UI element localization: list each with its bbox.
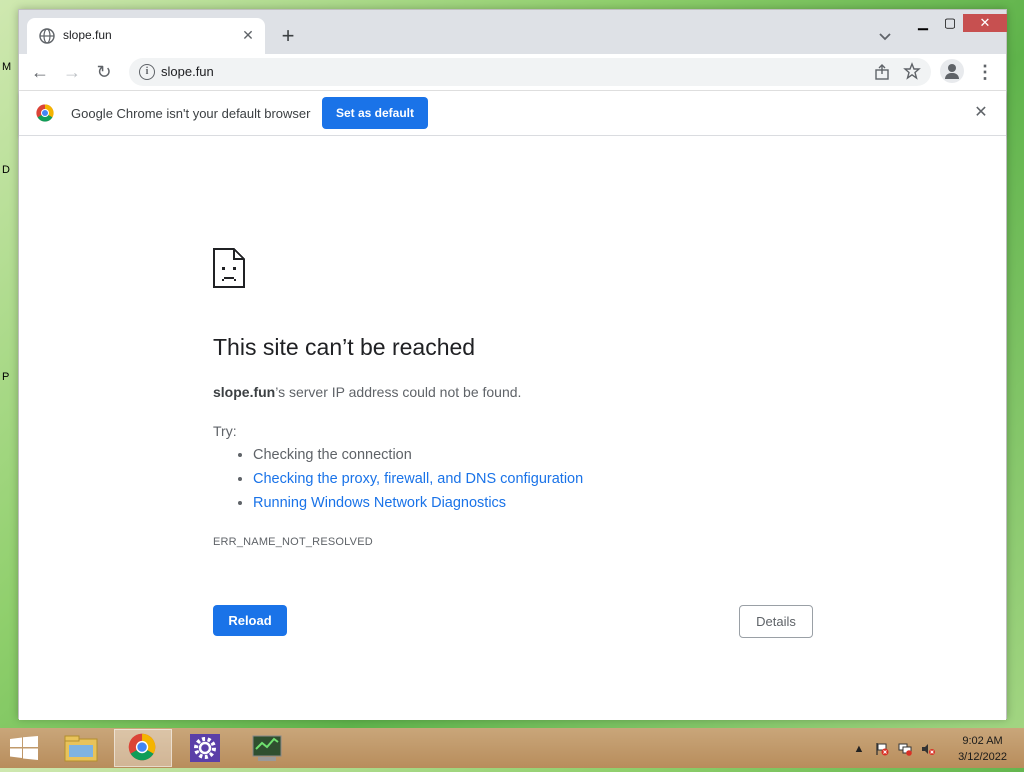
forward-button[interactable]: → [61, 61, 83, 83]
infobar-close-icon[interactable]: ✕ [972, 104, 990, 122]
taskbar: ▲ 9:02 AM 3/12/2022 [0, 728, 1024, 768]
taskbar-settings[interactable] [176, 729, 234, 767]
error-code: ERR_NAME_NOT_RESOLVED [213, 536, 373, 548]
browser-window: slope.fun ✕ + ▁ ▢ ✕ ← → ↻ i slope.fun ⋮ … [18, 9, 1007, 720]
bookmark-star-icon[interactable] [903, 62, 921, 80]
taskbar-network-monitor[interactable] [238, 729, 296, 767]
windows-start-icon[interactable] [10, 736, 38, 760]
monitor-icon [252, 735, 282, 761]
tab-strip: slope.fun ✕ + ▁ ▢ ✕ [19, 10, 1007, 54]
suggestions-list: Checking the connection Checking the pro… [213, 443, 583, 515]
clock-date: 3/12/2022 [958, 751, 1007, 763]
suggestion-check-connection: Checking the connection [253, 447, 412, 463]
tab-slope-fun[interactable]: slope.fun ✕ [27, 18, 265, 54]
tab-search-chevron-icon[interactable] [877, 28, 893, 44]
show-hidden-icons-chevron-icon[interactable]: ▲ [852, 742, 866, 756]
suggestion-proxy-firewall-dns-link[interactable]: Checking the proxy, firewall, and DNS co… [253, 471, 583, 487]
network-status-icon[interactable] [898, 742, 912, 756]
new-tab-button[interactable]: + [277, 25, 299, 48]
set-as-default-button[interactable]: Set as default [322, 97, 428, 129]
suggestion-item: Running Windows Network Diagnostics [253, 491, 583, 515]
default-browser-infobar: Google Chrome isn't your default browser… [19, 91, 1006, 136]
tab-close-icon[interactable]: ✕ [239, 26, 257, 44]
desktop-icon-label: M [2, 61, 12, 73]
globe-icon [39, 28, 55, 44]
error-domain: slope.fun [213, 384, 276, 400]
avatar-body [945, 73, 959, 79]
suggestion-item: Checking the connection [253, 443, 583, 467]
desktop-icon-label: D [2, 164, 10, 176]
infobar-message: Google Chrome isn't your default browser [71, 106, 311, 121]
suggestion-network-diagnostics-link[interactable]: Running Windows Network Diagnostics [253, 495, 506, 511]
action-center-flag-icon[interactable] [875, 742, 889, 756]
browser-toolbar: ← → ↻ i slope.fun ⋮ [19, 54, 1006, 91]
window-close-button[interactable]: ✕ [963, 14, 1007, 32]
tab-title: slope.fun [63, 28, 112, 42]
chrome-logo-icon [36, 104, 54, 122]
taskbar-chrome[interactable] [114, 729, 172, 767]
try-label: Try: [213, 423, 237, 439]
error-page: This site can’t be reached slope.fun’s s… [19, 136, 1006, 720]
address-text[interactable]: slope.fun [161, 64, 214, 79]
details-button[interactable]: Details [739, 605, 813, 638]
site-info-icon[interactable]: i [139, 64, 155, 80]
chrome-menu-button[interactable]: ⋮ [976, 61, 994, 83]
maximize-button[interactable]: ▢ [936, 14, 964, 32]
minimize-button[interactable]: ▁ [909, 14, 937, 32]
avatar-head [948, 64, 956, 72]
taskbar-file-explorer[interactable] [52, 729, 110, 767]
chrome-icon [128, 733, 156, 761]
address-bar[interactable]: i slope.fun [129, 58, 931, 86]
sad-document-icon [213, 248, 245, 288]
clock-time: 9:02 AM [962, 735, 1003, 747]
volume-muted-icon[interactable] [921, 742, 935, 756]
profile-avatar-icon[interactable] [940, 59, 964, 83]
back-button[interactable]: ← [29, 61, 51, 83]
gear-icon [190, 734, 220, 762]
error-description: slope.fun’s server IP address could not … [213, 384, 521, 400]
desktop-icon-label: P [2, 371, 10, 383]
reload-page-button[interactable]: Reload [213, 605, 287, 636]
error-message-text: ’s server IP address could not be found. [275, 384, 522, 400]
system-clock[interactable]: 9:02 AM 3/12/2022 [958, 733, 1007, 765]
suggestion-item: Checking the proxy, firewall, and DNS co… [253, 467, 583, 491]
folder-icon [64, 735, 98, 762]
error-heading: This site can’t be reached [213, 334, 476, 360]
share-icon[interactable] [873, 63, 891, 81]
reload-button[interactable]: ↻ [93, 61, 115, 83]
